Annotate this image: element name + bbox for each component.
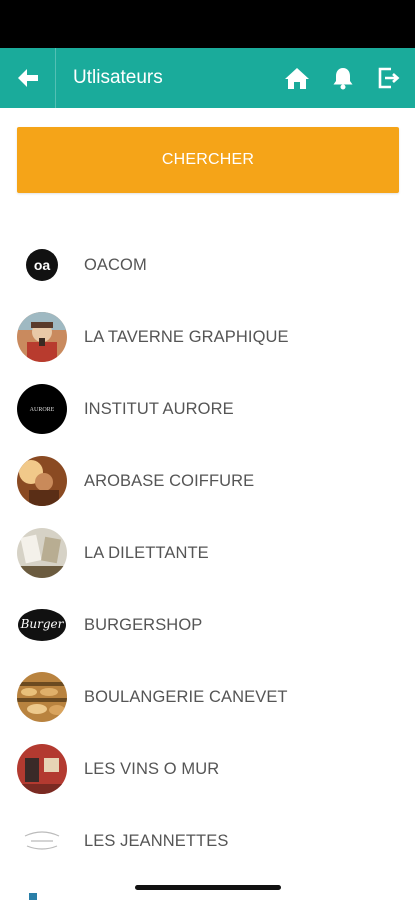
list-item[interactable]: oa OACOM: [0, 229, 415, 301]
logout-button[interactable]: [376, 65, 402, 91]
status-bar: [0, 0, 415, 48]
home-icon: [285, 68, 309, 89]
search-button[interactable]: CHERCHER: [17, 127, 399, 193]
avatar: [17, 672, 67, 722]
avatar-logo-text: oa: [34, 257, 51, 273]
list-item[interactable]: LA TAVERNE GRAPHIQUE: [0, 301, 415, 373]
arrow-left-icon: [17, 69, 38, 87]
avatar: [17, 312, 67, 362]
user-name: AROBASE COIFFURE: [84, 471, 255, 490]
user-name: BURGERSHOP: [84, 615, 203, 634]
list-item[interactable]: LES JEANNETTES: [0, 805, 415, 877]
avatar: oa: [17, 240, 67, 290]
logout-icon: [378, 67, 400, 89]
notifications-button[interactable]: [330, 65, 356, 91]
page-title: Utlisateurs: [73, 67, 163, 88]
back-button[interactable]: [0, 48, 56, 108]
bell-icon: [333, 68, 353, 90]
list-item[interactable]: LES VINS O MUR: [0, 733, 415, 805]
avatar: [17, 816, 67, 866]
user-name: OACOM: [84, 255, 147, 274]
avatar-logo-text: AURORE: [30, 407, 55, 413]
user-name: INSTITUT AURORE: [84, 399, 234, 418]
user-name: BOULANGERIE CANEVET: [84, 687, 288, 706]
list-item[interactable]: AURORE INSTITUT AURORE: [0, 373, 415, 445]
avatar-logo-text: Burger: [20, 617, 65, 631]
avatar: [17, 528, 67, 578]
home-button[interactable]: [284, 65, 310, 91]
user-name: LES JEANNETTES: [84, 831, 229, 850]
list-item[interactable]: Burger BURGERSHOP: [0, 589, 415, 661]
avatar: [17, 744, 67, 794]
home-indicator: [135, 885, 281, 890]
list-item[interactable]: LA DILETTANTE: [0, 517, 415, 589]
list-item[interactable]: BOULANGERIE CANEVET: [0, 661, 415, 733]
avatar: AURORE: [17, 384, 67, 434]
user-name: LA DILETTANTE: [84, 543, 209, 562]
avatar: Burger: [17, 600, 67, 650]
next-avatar-peek: [29, 893, 37, 900]
list-item[interactable]: AROBASE COIFFURE: [0, 445, 415, 517]
app-bar: Utlisateurs: [0, 48, 415, 108]
user-name: LES VINS O MUR: [84, 759, 220, 778]
avatar: [17, 456, 67, 506]
user-list: oa OACOM LA TAVERNE GRAPHIQUE AURORE INS…: [0, 229, 415, 877]
user-name: LA TAVERNE GRAPHIQUE: [84, 327, 289, 346]
